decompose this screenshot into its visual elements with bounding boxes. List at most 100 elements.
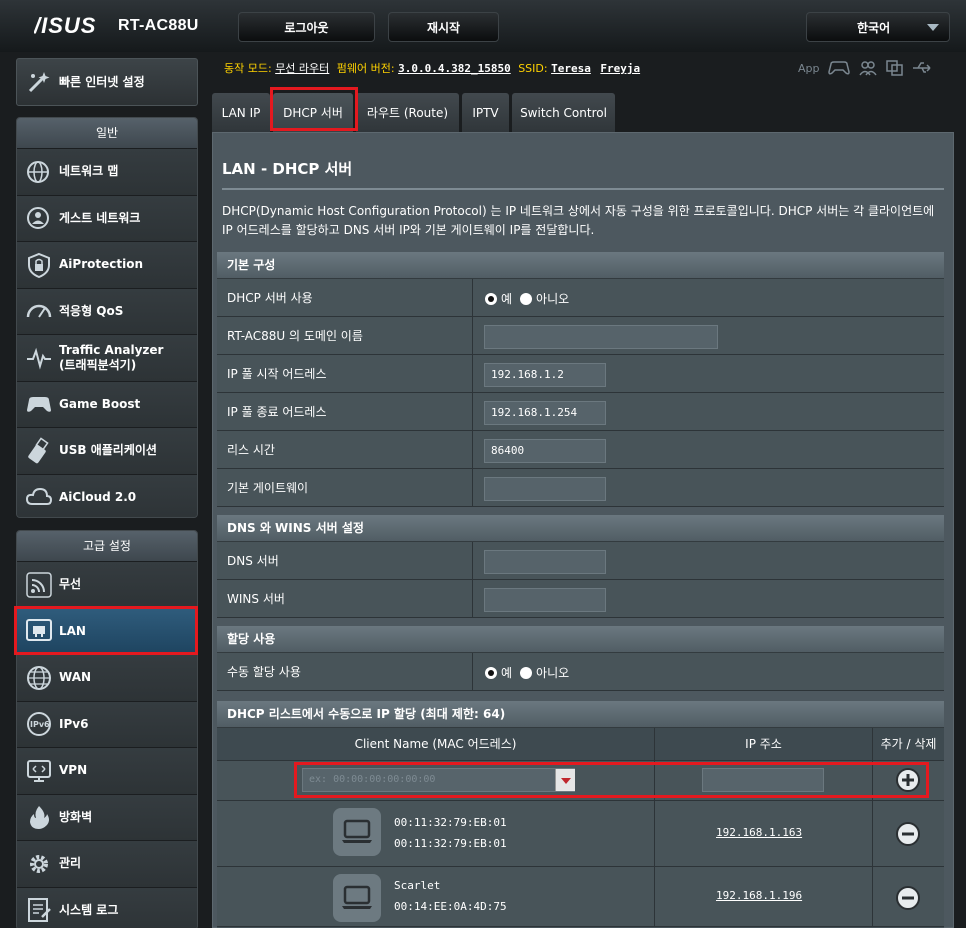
nav-item-guest-network[interactable]: 게스트 네트워크 [17,194,197,241]
nav-item-system-log[interactable]: 시스템 로그 [17,886,197,928]
pool-start-input[interactable]: 192.168.1.2 [484,363,606,387]
op-mode-label: 동작 모드: [224,62,272,75]
nav-item-adaptive-qos[interactable]: 적응형 QoS [17,287,197,334]
gear-icon [30,854,48,873]
advanced-menu-title: 고급 설정 [17,531,197,561]
nav-item-aiprotection[interactable]: AiProtection [17,241,197,288]
gamepad-icon[interactable] [827,60,850,76]
language-label: 한국어 [857,20,891,35]
pool-end-row: IP 풀 종료 어드레스 192.168.1.254 [217,393,944,431]
globe-icon [27,160,49,183]
radio-no[interactable] [520,292,533,305]
pool-end-input[interactable]: 192.168.1.254 [484,401,606,425]
usb-icon [28,437,49,463]
radio-yes[interactable] [485,666,497,679]
nav-item-wan[interactable]: WAN [17,654,197,701]
ssid-label: SSID: [518,62,548,75]
advanced-menu: 고급 설정 무선 LAN WAN IPv6 IPv6 VPN 방화벽 관리 시스… [16,530,198,928]
app-link[interactable]: App [798,62,820,75]
default-gateway-input[interactable] [484,477,606,501]
ssid-link-2[interactable]: Freyja [600,62,640,75]
col-client-name: Client Name (MAC 어드레스) [354,737,517,751]
wins-server-input[interactable] [484,588,606,612]
dhcp-enable-row: DHCP 서버 사용 예 아니오 [217,279,944,317]
dns-server-input[interactable] [484,550,606,574]
column-divider [872,867,873,927]
wand-icon [28,72,50,93]
row-value [472,469,944,507]
domain-name-input[interactable] [484,325,718,349]
copy-icon[interactable] [885,60,904,76]
wins-server-row: WINS 서버 [217,580,944,618]
row-label: 기본 게이트웨이 [227,481,309,495]
remove-icon[interactable] [895,885,921,911]
laptop-icon [333,874,381,922]
manual-assign-radio-group: 예 아니오 [485,664,569,681]
laptop-icon [333,808,381,856]
row-label: DHCP 서버 사용 [227,291,313,305]
radio-no[interactable] [520,666,533,679]
manual-assign-row: 수동 할당 사용 예 아니오 [217,653,944,691]
nav-label: Game Boost [59,396,141,411]
nav-label: 관리 [59,856,82,871]
nav-label: USB 애플리케이션 [59,443,157,458]
language-select[interactable]: 한국어 [806,12,950,42]
tab-switch-control[interactable]: Switch Control [512,93,615,132]
client-name: 00:11:32:79:EB:01 [394,816,507,829]
radio-yes[interactable] [485,292,497,305]
globe-icon [27,665,51,690]
firmware-link[interactable]: 3.0.0.4.382_15850 [398,62,511,75]
lan-highlight-box [14,606,198,655]
svg-text:IPv6: IPv6 [30,720,50,729]
router-admin-page: /ISUS RT-AC88U 로그아웃 재시작 한국어 빠른 인터넷 설정 일반… [0,0,966,928]
row-value: 예 아니오 [472,653,944,691]
client-ip-link[interactable]: 192.168.1.196 [716,889,802,902]
radio-no-label: 아니오 [536,666,570,680]
row-value: 예 아니오 [472,279,944,317]
op-mode-link[interactable]: 무선 라우터 [275,62,329,75]
vpn-icon [27,759,51,782]
remove-icon[interactable] [895,821,921,847]
row-label: WINS 서버 [227,592,285,606]
nav-item-firewall[interactable]: 방화벽 [17,793,197,840]
ssid-link-1[interactable]: Teresa [551,62,591,75]
guest-network-icon [27,207,49,230]
col-action: 추가 / 삭제 [872,728,944,761]
client-ip-link[interactable]: 192.168.1.163 [716,826,802,839]
nav-label: IPv6 [59,716,89,731]
nav-item-aicloud[interactable]: AiCloud 2.0 [17,473,197,517]
nav-item-usb-application[interactable]: USB 애플리케이션 [17,427,197,474]
nav-item-network-map[interactable]: 네트워크 맵 [17,148,197,195]
users-icon[interactable] [858,60,878,76]
nav-item-traffic-analyzer[interactable]: Traffic Analyzer (트래픽분석기) [17,334,197,381]
column-divider [872,801,873,867]
row-value [472,580,944,618]
nav-item-administration[interactable]: 관리 [17,840,197,887]
client-mac: 00:14:EE:0A:4D:75 [394,900,507,913]
tab-lan-ip[interactable]: LAN IP [212,93,270,132]
client-mac: 00:11:32:79:EB:01 [394,837,507,850]
nav-label: AiCloud 2.0 [59,489,137,504]
tab-iptv[interactable]: IPTV [462,93,509,132]
logout-button[interactable]: 로그아웃 [238,12,375,42]
wireless-icon [26,572,52,598]
manual-assign-section: 할당 사용 수동 할당 사용 예 아니오 [217,626,944,691]
svg-text:/ISUS: /ISUS [34,14,96,38]
nav-item-game-boost[interactable]: Game Boost [17,380,197,427]
lease-time-input[interactable]: 86400 [484,439,606,463]
top-bar: /ISUS RT-AC88U 로그아웃 재시작 한국어 [0,0,966,52]
section-title: DHCP 리스트에서 수동으로 IP 할당 (최대 제한: 64) [217,701,944,728]
restart-button[interactable]: 재시작 [388,12,499,42]
quick-internet-setup-button[interactable]: 빠른 인터넷 설정 [16,58,198,106]
manual-ip-list-section: DHCP 리스트에서 수동으로 IP 할당 (최대 제한: 64) Client… [217,701,944,928]
pulse-icon [27,347,51,370]
section-title: DNS 와 WINS 서버 설정 [217,515,944,542]
nav-item-vpn[interactable]: VPN [17,747,197,794]
nav-label: Traffic Analyzer (트래픽분석기) [59,342,164,372]
nav-item-wireless[interactable]: 무선 [17,561,197,608]
section-title: 기본 구성 [217,252,944,279]
nav-item-ipv6[interactable]: IPv6 IPv6 [17,700,197,747]
nav-label: 게스트 네트워크 [59,210,141,225]
usb-icon[interactable] [912,60,932,76]
tab-route[interactable]: 라우트 (Route) [356,93,459,132]
